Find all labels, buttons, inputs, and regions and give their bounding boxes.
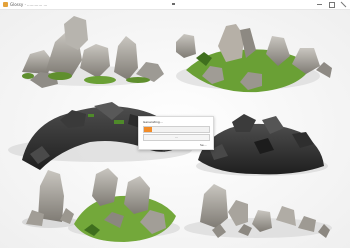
app-window: Glossy · ............ ... Generating... … (0, 0, 350, 248)
maximize-icon (329, 2, 335, 8)
app-icon (3, 2, 8, 7)
minimize-icon (317, 4, 322, 5)
window-title: Glossy · ............ ... (10, 2, 48, 7)
maximize-button[interactable] (326, 0, 338, 9)
title-indicator-icon (172, 3, 175, 5)
dialog-link[interactable]: Se... (200, 143, 207, 147)
progress-message: Generating... (143, 120, 163, 124)
close-icon (340, 1, 347, 8)
title-bar: Glossy · ............ ... (0, 0, 350, 10)
dialog-button[interactable]: ... (143, 134, 210, 141)
progress-bar (143, 126, 210, 133)
close-button[interactable] (338, 0, 350, 9)
progress-dialog: Generating... ... Se... (138, 116, 214, 150)
progress-bar-fill (144, 127, 152, 132)
minimize-button[interactable] (314, 0, 326, 9)
render-viewport[interactable]: Generating... ... Se... (0, 10, 350, 248)
